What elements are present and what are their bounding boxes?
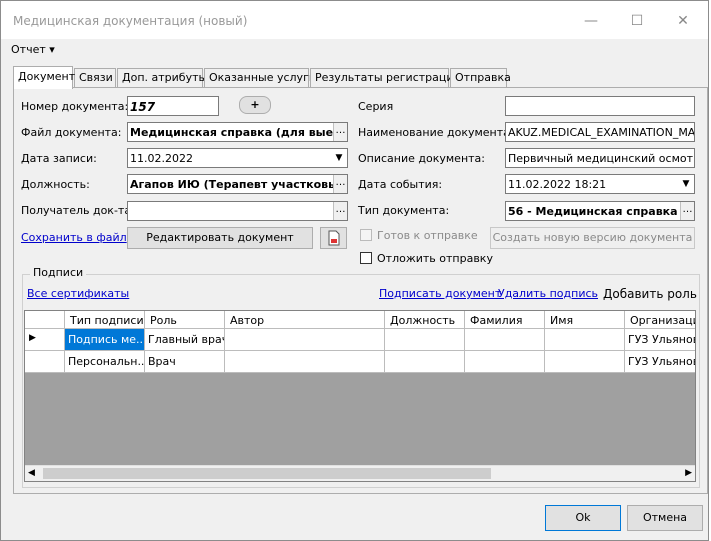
tab-document[interactable]: Документ xyxy=(13,66,75,89)
table-cell[interactable]: Главный врач xyxy=(145,329,225,351)
add-button[interactable]: + xyxy=(239,96,271,114)
ready-to-send-label: Готов к отправке xyxy=(377,229,478,242)
recipient-field[interactable]: … xyxy=(127,201,348,221)
add-role-button[interactable]: Добавить роль xyxy=(603,287,697,301)
doc-type-value: 56 - Медицинская справка (д xyxy=(508,205,695,218)
doc-description-label: Описание документа: xyxy=(358,152,485,165)
column-header[interactable]: Автор xyxy=(225,311,385,329)
table-cell[interactable] xyxy=(385,329,465,351)
ready-to-send-checkbox[interactable] xyxy=(360,229,372,241)
postpone-sending-checkbox[interactable] xyxy=(360,252,372,264)
cancel-button[interactable]: Отмена xyxy=(627,505,703,531)
column-header[interactable]: Имя xyxy=(545,311,625,329)
doc-name-field[interactable]: AKUZ.MEDICAL_EXAMINATION_MAII xyxy=(505,122,695,142)
sign-document-link[interactable]: Подписать документ xyxy=(379,287,501,300)
tab-links[interactable]: Связи xyxy=(74,68,116,88)
create-new-version-button[interactable]: Создать новую версию документа xyxy=(490,227,695,249)
column-header[interactable]: Организация xyxy=(625,311,695,329)
tab-services[interactable]: Оказанные услуги xyxy=(204,68,316,88)
table-cell[interactable] xyxy=(225,329,385,351)
column-header[interactable]: Должность xyxy=(385,311,465,329)
table-cell[interactable]: ГУЗ Ульянов xyxy=(625,329,695,351)
maximize-icon[interactable]: ☐ xyxy=(617,8,657,34)
table-cell[interactable] xyxy=(545,329,625,351)
doc-number-field[interactable]: 157 xyxy=(127,96,219,116)
doc-file-field[interactable]: Медицинская справка (для выезж … xyxy=(127,122,348,142)
event-date-label: Дата события: xyxy=(358,178,443,191)
window-title: Медицинская документация (новый) xyxy=(13,14,248,28)
series-field[interactable] xyxy=(505,96,695,116)
doc-number-label: Номер документа: xyxy=(21,100,129,113)
event-date-field[interactable]: 11.02.2022 18:21 ▼ xyxy=(505,174,695,194)
table-cell[interactable] xyxy=(225,351,385,373)
row-selector[interactable] xyxy=(25,351,65,373)
recipient-label: Получатель док-та xyxy=(21,204,132,217)
print-document-button[interactable] xyxy=(320,227,347,249)
doc-file-label: Файл документа: xyxy=(21,126,122,139)
record-date-label: Дата записи: xyxy=(21,152,97,165)
horizontal-scrollbar[interactable]: ◀ ▶ xyxy=(25,465,695,481)
table-cell[interactable] xyxy=(465,351,545,373)
title-bar: Медицинская документация (новый) — ☐ ✕ xyxy=(1,1,708,39)
table-cell[interactable]: Персональн... xyxy=(65,351,145,373)
recipient-browse-button[interactable]: … xyxy=(333,202,347,220)
table-cell[interactable]: Врач xyxy=(145,351,225,373)
minimize-icon[interactable]: — xyxy=(571,8,611,34)
doc-type-browse-button[interactable]: … xyxy=(680,202,694,220)
doc-type-label: Тип документа: xyxy=(358,204,450,217)
position-browse-button[interactable]: … xyxy=(333,175,347,193)
table-cell[interactable] xyxy=(385,351,465,373)
delete-signature-link[interactable]: Удалить подпись xyxy=(498,287,598,300)
table-cell[interactable]: ГУЗ Ульянов xyxy=(625,351,695,373)
position-label: Должность: xyxy=(21,178,90,191)
tab-sending[interactable]: Отправка xyxy=(450,68,511,88)
doc-description-field[interactable]: Первичный медицинский осмотр xyxy=(505,148,695,168)
document-panel: Номер документа: 157 + Файл документа: М… xyxy=(13,87,708,494)
ok-button[interactable]: Ok xyxy=(545,505,621,531)
row-header-corner xyxy=(25,311,65,329)
doc-file-value: Медицинская справка (для выезж xyxy=(130,126,348,139)
position-value: Агапов ИЮ (Терапевт участковый) xyxy=(130,178,348,191)
document-window: Медицинская документация (новый) — ☐ ✕ О… xyxy=(0,0,709,541)
table-cell[interactable] xyxy=(545,351,625,373)
doc-type-field[interactable]: 56 - Медицинская справка (д … xyxy=(505,201,695,221)
record-date-value: 11.02.2022 xyxy=(130,152,193,165)
doc-name-label: Наименование документа xyxy=(358,126,510,139)
series-label: Серия xyxy=(358,100,394,113)
record-date-field[interactable]: 11.02.2022 ▼ xyxy=(127,148,348,168)
document-print-icon xyxy=(328,230,339,246)
position-field[interactable]: Агапов ИЮ (Терапевт участковый) … xyxy=(127,174,348,194)
tab-registration-results[interactable]: Результаты регистрации xyxy=(310,68,461,88)
save-to-file-link[interactable]: Сохранить в файл xyxy=(21,231,127,244)
row-selector-arrow-icon[interactable]: ▶ xyxy=(25,329,65,351)
postpone-sending-label: Отложить отправку xyxy=(377,252,493,265)
event-date-value: 11.02.2022 18:21 xyxy=(508,178,607,191)
column-header[interactable]: Роль xyxy=(145,311,225,329)
column-header[interactable]: Фамилия xyxy=(465,311,545,329)
signatures-group-title: Подписи xyxy=(30,266,87,279)
table-cell[interactable] xyxy=(465,329,545,351)
scroll-right-icon[interactable]: ▶ xyxy=(685,468,692,478)
doc-file-browse-button[interactable]: … xyxy=(333,123,347,141)
scroll-left-icon[interactable]: ◀ xyxy=(28,468,35,478)
all-certificates-link[interactable]: Все сертификаты xyxy=(27,287,129,300)
chevron-down-icon[interactable]: ▼ xyxy=(331,149,347,167)
tab-extra-attributes[interactable]: Доп. атрибуты xyxy=(117,68,207,88)
scrollbar-thumb[interactable] xyxy=(43,468,491,479)
edit-document-button[interactable]: Редактировать документ xyxy=(127,227,313,249)
close-icon[interactable]: ✕ xyxy=(663,8,703,34)
signatures-table: Тип подписи Роль Автор Должность Фамилия… xyxy=(24,310,696,482)
chevron-down-icon[interactable]: ▼ xyxy=(678,175,694,193)
menu-report[interactable]: Отчет ▾ xyxy=(11,43,55,56)
table-cell[interactable]: Подпись ме... xyxy=(65,329,145,351)
menu-bar: Отчет ▾ xyxy=(1,39,708,59)
column-header[interactable]: Тип подписи xyxy=(65,311,145,329)
